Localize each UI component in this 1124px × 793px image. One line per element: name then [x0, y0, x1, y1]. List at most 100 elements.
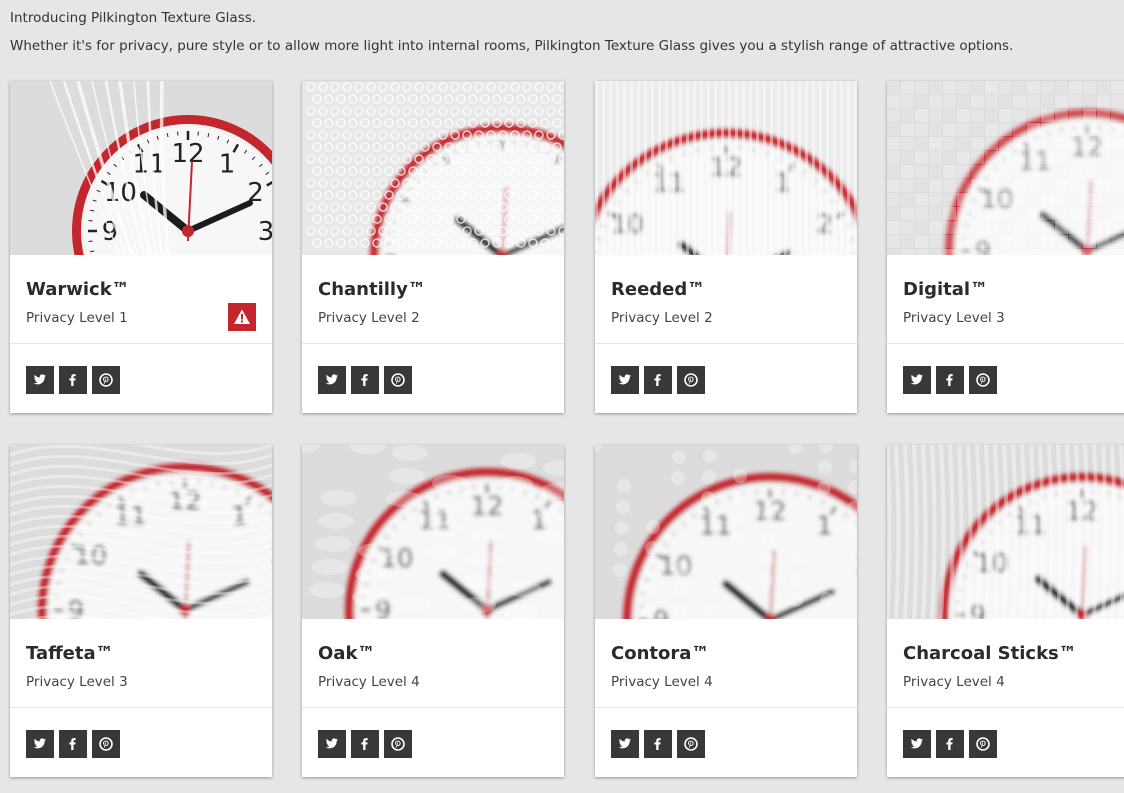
- twitter-share-button[interactable]: [26, 366, 54, 394]
- privacy-level: Privacy Level 4: [903, 674, 1005, 690]
- pinterest-share-button[interactable]: [92, 730, 120, 758]
- product-image[interactable]: 123456789101112: [595, 445, 857, 619]
- product-info: Oak™ Privacy Level 4: [302, 619, 564, 708]
- pinterest-icon: [99, 373, 113, 387]
- pinterest-icon: [391, 737, 405, 751]
- pinterest-share-button[interactable]: [92, 366, 120, 394]
- pinterest-icon: [684, 373, 698, 387]
- product-card[interactable]: 123456789101112 Warwick™ Privacy Level 1: [10, 81, 272, 413]
- svg-text:12: 12: [470, 492, 503, 522]
- twitter-icon: [618, 738, 631, 749]
- facebook-share-button[interactable]: [936, 366, 964, 394]
- svg-text:1: 1: [816, 512, 833, 542]
- twitter-share-button[interactable]: [611, 730, 639, 758]
- pinterest-share-button[interactable]: [677, 730, 705, 758]
- twitter-share-button[interactable]: [318, 730, 346, 758]
- product-title[interactable]: Reeded™: [611, 279, 705, 300]
- product-image[interactable]: 123456789101112: [10, 445, 272, 619]
- pinterest-share-button[interactable]: [969, 366, 997, 394]
- facebook-icon: [69, 374, 76, 386]
- privacy-level: Privacy Level 3: [903, 310, 1005, 326]
- privacy-level: Privacy Level 2: [611, 310, 713, 326]
- privacy-level: Privacy Level 2: [318, 310, 420, 326]
- warning-button[interactable]: [228, 303, 256, 331]
- facebook-share-button[interactable]: [936, 730, 964, 758]
- intro: Introducing Pilkington Texture Glass. Wh…: [10, 9, 1013, 65]
- twitter-icon: [325, 374, 338, 385]
- pinterest-icon: [391, 373, 405, 387]
- product-card[interactable]: 123456789101112 Oak™ Privacy Level 4: [302, 445, 564, 777]
- privacy-level: Privacy Level 3: [26, 674, 128, 690]
- svg-text:2: 2: [856, 552, 857, 582]
- facebook-icon: [946, 738, 953, 750]
- twitter-icon: [33, 738, 46, 749]
- facebook-icon: [361, 738, 368, 750]
- product-info: Taffeta™ Privacy Level 3: [10, 619, 272, 708]
- product-info: Reeded™ Privacy Level 2: [595, 255, 857, 344]
- twitter-icon: [618, 374, 631, 385]
- product-card[interactable]: 123456789101112 Reeded™ Privacy Level 2: [595, 81, 857, 413]
- intro-description: Whether it's for privacy, pure style or …: [10, 38, 1014, 54]
- facebook-share-button[interactable]: [351, 730, 379, 758]
- twitter-icon: [33, 374, 46, 385]
- svg-text:1: 1: [219, 149, 236, 179]
- twitter-share-button[interactable]: [318, 366, 346, 394]
- svg-text:1: 1: [231, 502, 248, 532]
- facebook-share-button[interactable]: [351, 366, 379, 394]
- privacy-level: Privacy Level 4: [318, 674, 420, 690]
- privacy-level: Privacy Level 4: [611, 674, 713, 690]
- product-title[interactable]: Contora™: [611, 643, 709, 664]
- product-image[interactable]: 123456789101112: [595, 81, 857, 255]
- twitter-icon: [325, 738, 338, 749]
- product-info: Contora™ Privacy Level 4: [595, 619, 857, 708]
- pinterest-icon: [99, 737, 113, 751]
- intro-headline: Introducing Pilkington Texture Glass.: [10, 10, 257, 26]
- twitter-share-button[interactable]: [26, 730, 54, 758]
- product-info: Warwick™ Privacy Level 1: [10, 255, 272, 344]
- facebook-share-button[interactable]: [644, 366, 672, 394]
- product-info: Chantilly™ Privacy Level 2: [302, 255, 564, 344]
- product-title[interactable]: Digital™: [903, 279, 988, 300]
- twitter-icon: [910, 374, 923, 385]
- svg-text:3: 3: [258, 217, 272, 247]
- facebook-icon: [654, 738, 661, 750]
- svg-text:11: 11: [699, 512, 732, 542]
- facebook-icon: [361, 374, 368, 386]
- facebook-icon: [946, 374, 953, 386]
- product-card[interactable]: Chantilly™ Privacy Level 2: [302, 81, 564, 413]
- product-image[interactable]: 123456789101112: [302, 445, 564, 619]
- twitter-share-button[interactable]: [611, 366, 639, 394]
- pinterest-share-button[interactable]: [384, 730, 412, 758]
- product-title[interactable]: Taffeta™: [26, 643, 114, 664]
- facebook-share-button[interactable]: [59, 730, 87, 758]
- product-title[interactable]: Charcoal Sticks™: [903, 643, 1077, 664]
- product-title[interactable]: Oak™: [318, 643, 375, 664]
- product-card[interactable]: 123456789101112 Digital™ Privacy Level 3: [887, 81, 1124, 413]
- facebook-icon: [654, 374, 661, 386]
- pinterest-icon: [976, 373, 990, 387]
- product-image[interactable]: 123456789101112: [10, 81, 272, 255]
- facebook-share-button[interactable]: [644, 730, 672, 758]
- pinterest-share-button[interactable]: [384, 366, 412, 394]
- product-image[interactable]: [302, 81, 564, 255]
- product-image[interactable]: 123456789101112: [887, 445, 1124, 619]
- twitter-icon: [910, 738, 923, 749]
- product-title[interactable]: Warwick™: [26, 279, 130, 300]
- product-info: Digital™ Privacy Level 3: [887, 255, 1124, 344]
- facebook-share-button[interactable]: [59, 366, 87, 394]
- facebook-icon: [69, 738, 76, 750]
- pinterest-share-button[interactable]: [677, 366, 705, 394]
- svg-text:2: 2: [816, 210, 833, 240]
- pinterest-icon: [684, 737, 698, 751]
- twitter-share-button[interactable]: [903, 730, 931, 758]
- twitter-share-button[interactable]: [903, 366, 931, 394]
- warning-triangle-icon: [234, 309, 250, 324]
- product-card[interactable]: 123456789101112 Charcoal Sticks™ Privacy…: [887, 445, 1124, 777]
- product-info: Charcoal Sticks™ Privacy Level 4: [887, 619, 1124, 708]
- pinterest-icon: [976, 737, 990, 751]
- product-card[interactable]: 123456789101112 Contora™ Privacy Level 4: [595, 445, 857, 777]
- product-card[interactable]: 123456789101112 Taffeta™ Privacy Level 3: [10, 445, 272, 777]
- pinterest-share-button[interactable]: [969, 730, 997, 758]
- product-image[interactable]: 123456789101112: [887, 81, 1124, 255]
- product-title[interactable]: Chantilly™: [318, 279, 426, 300]
